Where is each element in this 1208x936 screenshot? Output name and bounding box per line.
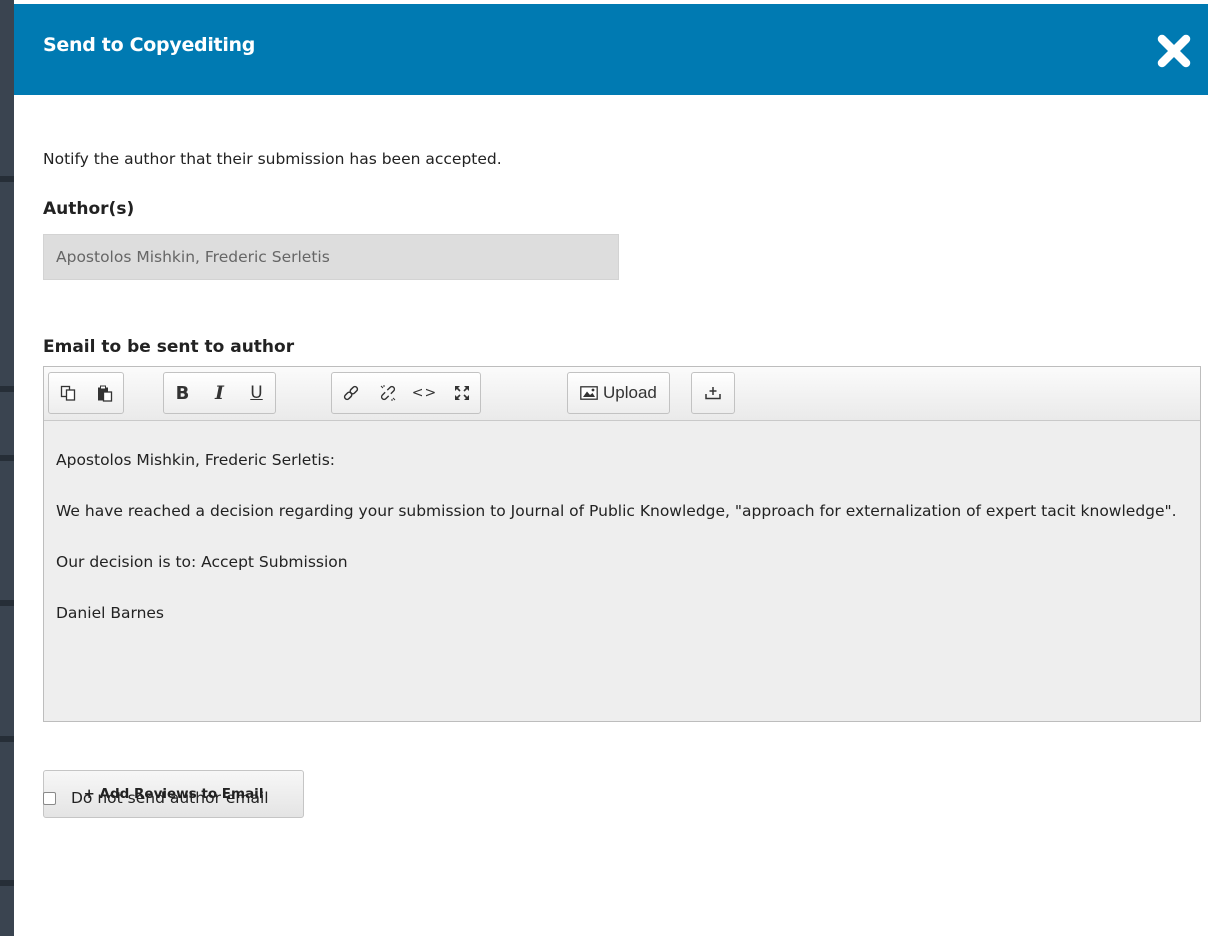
modal-header: Send to Copyediting [14,0,1208,95]
insert-group: <> [331,372,481,414]
intro-text: Notify the author that their submission … [43,150,502,168]
code-button[interactable]: <> [406,373,443,413]
copy-button[interactable] [49,373,86,413]
bold-glyph: B [175,382,190,404]
email-label: Email to be sent to author [43,337,295,357]
format-group: B I U [163,372,276,414]
italic-button[interactable]: I [201,373,238,413]
underline-glyph: U [250,383,263,403]
email-paragraph-1: We have reached a decision regarding you… [56,502,1177,520]
email-editor: B I U <> Upload Apostolos Mishkin, Frede… [43,366,1201,722]
upload-label: Upload [603,383,657,402]
editor-toolbar: B I U <> Upload [44,367,1200,421]
email-paragraph-2: Our decision is to: Accept Submission [56,553,348,571]
link-icon [343,385,358,401]
fullscreen-button[interactable] [443,373,480,413]
unlink-icon [380,385,395,401]
upload-button[interactable]: Upload [568,373,669,413]
insert-button[interactable] [692,373,734,413]
insert-icon [705,387,721,400]
send-to-copyediting-modal: Send to Copyediting Notify the author th… [14,0,1208,936]
paste-button[interactable] [86,373,123,413]
background-page-strip [0,0,14,936]
insert-variable-group [691,372,735,414]
upload-group: Upload [567,372,670,414]
close-button[interactable] [1154,31,1194,71]
fullscreen-icon [454,386,469,400]
image-icon [580,386,598,400]
skip-email-checkbox[interactable] [43,791,56,805]
skip-email-label[interactable]: Do not send author email [71,789,269,807]
skip-email-option: Do not send author email [43,789,269,807]
bold-button[interactable]: B [164,373,201,413]
copy-icon [60,385,75,401]
authors-label: Author(s) [43,199,135,219]
paste-icon [97,385,112,402]
unlink-button[interactable] [369,373,406,413]
link-button[interactable] [332,373,369,413]
email-greeting: Apostolos Mishkin, Frederic Serletis: [56,451,336,469]
modal-title: Send to Copyediting [43,34,256,56]
authors-field: Apostolos Mishkin, Frederic Serletis [43,234,619,280]
underline-button[interactable]: U [238,373,275,413]
italic-glyph: I [215,382,224,404]
clipboard-group [48,372,124,414]
code-icon: <> [411,385,438,401]
close-icon [1157,34,1191,68]
email-body[interactable]: Apostolos Mishkin, Frederic Serletis: We… [44,421,1200,721]
email-signature: Daniel Barnes [56,604,165,622]
